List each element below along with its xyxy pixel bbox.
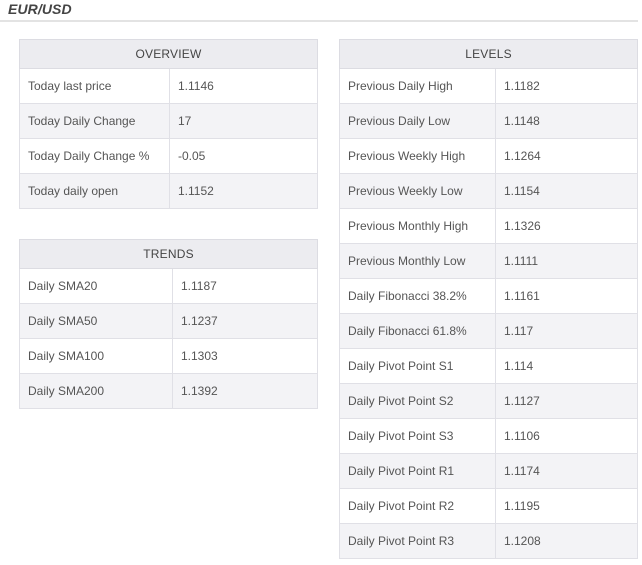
row-label: Daily SMA100 xyxy=(19,338,173,374)
row-label: Previous Monthly Low xyxy=(339,243,496,279)
row-value: 17 xyxy=(169,103,318,139)
table-row: Daily Fibonacci 38.2% 1.1161 xyxy=(339,278,639,314)
table-row: Daily Pivot Point R2 1.1195 xyxy=(339,488,639,524)
row-value: 1.1127 xyxy=(494,383,639,419)
row-label: Today daily open xyxy=(19,173,170,209)
overview-table: OVERVIEW Today last price 1.1146 Today D… xyxy=(19,39,318,209)
page-title: EUR/USD xyxy=(8,1,72,17)
table-row: Today Daily Change % -0.05 xyxy=(19,138,318,174)
trends-table: TRENDS Daily SMA20 1.1187 Daily SMA50 1.… xyxy=(18,239,319,409)
row-value: 1.1326 xyxy=(494,208,639,244)
row-label: Daily Fibonacci 38.2% xyxy=(339,278,496,314)
row-label: Daily Pivot Point S1 xyxy=(339,348,496,384)
row-label: Daily Pivot Point R2 xyxy=(339,488,496,524)
row-value: 1.1392 xyxy=(171,373,319,409)
table-row: Daily Pivot Point S3 1.1106 xyxy=(339,418,639,454)
row-value: 1.1174 xyxy=(494,453,639,489)
row-label: Daily Pivot Point R3 xyxy=(339,523,496,559)
row-value: 1.1106 xyxy=(494,418,639,454)
row-value: 1.1303 xyxy=(171,338,319,374)
table-row: Today last price 1.1146 xyxy=(19,68,318,104)
row-label: Daily Pivot Point S3 xyxy=(339,418,496,454)
table-row: Daily SMA100 1.1303 xyxy=(19,338,319,374)
levels-header: LEVELS xyxy=(338,39,639,69)
table-row: Daily SMA20 1.1187 xyxy=(19,268,319,304)
row-label: Previous Daily Low xyxy=(339,103,496,139)
row-label: Today Daily Change xyxy=(19,103,170,139)
overview-header: OVERVIEW xyxy=(19,39,318,69)
row-label: Today last price xyxy=(19,68,170,104)
row-value: -0.05 xyxy=(169,138,318,174)
overview-header-row: OVERVIEW xyxy=(19,39,318,69)
table-row: Previous Monthly High 1.1326 xyxy=(339,208,639,244)
row-value: 1.1195 xyxy=(494,488,639,524)
row-label: Daily SMA200 xyxy=(19,373,173,409)
row-label: Previous Daily High xyxy=(339,68,496,104)
table-row: Previous Weekly High 1.1264 xyxy=(339,138,639,174)
row-value: 1.117 xyxy=(494,313,639,349)
row-label: Today Daily Change % xyxy=(19,138,170,174)
table-row: Daily Pivot Point R3 1.1208 xyxy=(339,523,639,559)
table-row: Previous Weekly Low 1.1154 xyxy=(339,173,639,209)
title-divider xyxy=(0,20,638,22)
table-row: Today Daily Change 17 xyxy=(19,103,318,139)
row-label: Daily Pivot Point R1 xyxy=(339,453,496,489)
row-value: 1.1237 xyxy=(171,303,319,339)
table-row: Daily Pivot Point S2 1.1127 xyxy=(339,383,639,419)
row-value: 1.1154 xyxy=(494,173,639,209)
row-value: 1.1148 xyxy=(494,103,639,139)
table-row: Daily SMA200 1.1392 xyxy=(19,373,319,409)
row-value: 1.1182 xyxy=(494,68,639,104)
table-row: Daily SMA50 1.1237 xyxy=(19,303,319,339)
levels-header-row: LEVELS xyxy=(338,39,639,69)
row-value: 1.1146 xyxy=(169,68,318,104)
row-label: Daily Fibonacci 61.8% xyxy=(339,313,496,349)
table-row: Daily Pivot Point S1 1.114 xyxy=(339,348,639,384)
row-label: Previous Weekly Low xyxy=(339,173,496,209)
trends-header-row: TRENDS xyxy=(18,239,319,269)
row-label: Previous Monthly High xyxy=(339,208,496,244)
row-label: Daily SMA20 xyxy=(19,268,173,304)
row-value: 1.114 xyxy=(494,348,639,384)
row-label: Previous Weekly High xyxy=(339,138,496,174)
table-row: Previous Daily Low 1.1148 xyxy=(339,103,639,139)
row-value: 1.1161 xyxy=(494,278,639,314)
trends-header: TRENDS xyxy=(18,239,319,269)
row-label: Daily SMA50 xyxy=(19,303,173,339)
row-value: 1.1111 xyxy=(494,243,639,279)
row-value: 1.1152 xyxy=(169,173,318,209)
table-row: Previous Daily High 1.1182 xyxy=(339,68,639,104)
levels-table: LEVELS Previous Daily High 1.1182 Previo… xyxy=(338,39,639,559)
row-value: 1.1264 xyxy=(494,138,639,174)
table-row: Daily Fibonacci 61.8% 1.117 xyxy=(339,313,639,349)
row-value: 1.1187 xyxy=(171,268,319,304)
row-value: 1.1208 xyxy=(494,523,639,559)
table-row: Daily Pivot Point R1 1.1174 xyxy=(339,453,639,489)
table-row: Today daily open 1.1152 xyxy=(19,173,318,209)
table-row: Previous Monthly Low 1.1111 xyxy=(339,243,639,279)
row-label: Daily Pivot Point S2 xyxy=(339,383,496,419)
